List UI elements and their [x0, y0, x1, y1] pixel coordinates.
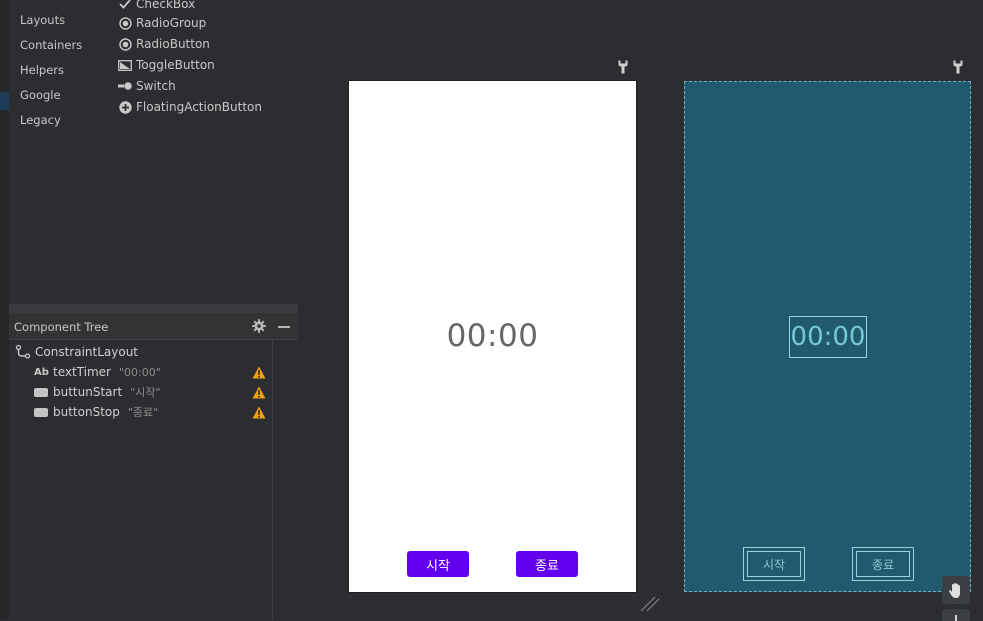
radio-icon [118, 16, 132, 30]
tree-node-buttunstart[interactable]: buttunStart "시작" [34, 383, 161, 401]
palette-category-layouts[interactable]: Layouts [20, 13, 65, 27]
pan-tool-button[interactable] [942, 576, 970, 604]
constraint-layout-icon [15, 344, 31, 360]
palette-category-clipped[interactable] [20, 0, 24, 5]
blueprint-start-label: 시작 [762, 557, 786, 572]
tree-divider [272, 340, 273, 620]
palette-item-label: RadioButton [136, 37, 210, 51]
palette-item-label: ToggleButton [136, 58, 215, 72]
resize-handle-icon[interactable] [640, 596, 660, 612]
palette-category-containers[interactable]: Containers [20, 38, 82, 52]
design-stop-button[interactable]: 종료 [516, 551, 578, 577]
radio-icon [118, 37, 132, 51]
switch-icon [118, 79, 132, 93]
tree-node-texttimer[interactable]: Ab textTimer "00:00" [34, 363, 161, 381]
warning-icon[interactable] [252, 364, 266, 379]
component-tree-title: Component Tree [14, 320, 109, 334]
tree-node-text: "00:00" [118, 365, 161, 379]
zoom-plus-icon [955, 615, 957, 621]
plus-circle-icon [118, 100, 132, 114]
tree-node-label: textTimer [53, 365, 111, 379]
button-icon [34, 407, 48, 417]
tree-node-buttonstop[interactable]: buttonStop "종료" [34, 403, 158, 421]
design-timer-text[interactable]: 00:00 [349, 318, 636, 354]
palette-item-radiogroup[interactable]: RadioGroup [118, 14, 206, 32]
palette-item-floatingactionbutton[interactable]: FloatingActionButton [118, 98, 262, 116]
blueprint-start-button[interactable]: 시작 [743, 547, 805, 581]
panel-splitter[interactable] [9, 304, 298, 313]
palette-category-google[interactable]: Google [20, 88, 61, 102]
palette-category-helpers[interactable]: Helpers [20, 63, 64, 77]
toggle-icon [118, 58, 132, 72]
tree-node-root[interactable]: ConstraintLayout [15, 343, 138, 361]
hand-icon [948, 582, 964, 599]
palette-selection-marker [0, 92, 9, 110]
tree-node-label: ConstraintLayout [35, 345, 139, 359]
design-start-label: 시작 [426, 558, 450, 574]
palette-item-label: FloatingActionButton [136, 100, 262, 114]
warning-icon[interactable] [252, 384, 266, 399]
palette-item-label: Switch [136, 79, 176, 93]
warning-icon[interactable] [252, 404, 266, 419]
palette-item-label: RadioGroup [136, 16, 207, 30]
check-icon [118, 0, 132, 11]
tree-node-text: "종료" [127, 406, 159, 419]
gear-icon[interactable] [251, 318, 267, 334]
design-stop-label: 종료 [535, 558, 559, 574]
design-start-button[interactable]: 시작 [407, 551, 469, 577]
tree-node-label: buttonStop [53, 405, 120, 419]
palette-category-legacy[interactable]: Legacy [20, 113, 61, 127]
palette-item-switch[interactable]: Switch [118, 77, 176, 95]
blueprint-stop-label: 종료 [871, 557, 895, 572]
palette-item-label: CheckBox [136, 0, 196, 11]
zoom-control-button[interactable] [942, 609, 970, 621]
wrench-icon[interactable] [952, 59, 964, 74]
tree-node-label: buttunStart [53, 385, 123, 399]
blueprint-timer-text: 00:00 [790, 322, 866, 352]
blueprint-stop-button[interactable]: 종료 [852, 547, 914, 581]
tree-node-text: "시작" [130, 386, 161, 399]
palette-item-checkbox[interactable]: CheckBox [118, 0, 195, 13]
palette-item-radiobutton[interactable]: RadioButton [118, 35, 210, 53]
palette-item-togglebutton[interactable]: ToggleButton [118, 56, 215, 74]
button-icon [34, 387, 48, 397]
minimize-icon[interactable] [278, 319, 291, 333]
ab-icon: Ab [34, 366, 49, 378]
wrench-icon[interactable] [617, 59, 629, 74]
